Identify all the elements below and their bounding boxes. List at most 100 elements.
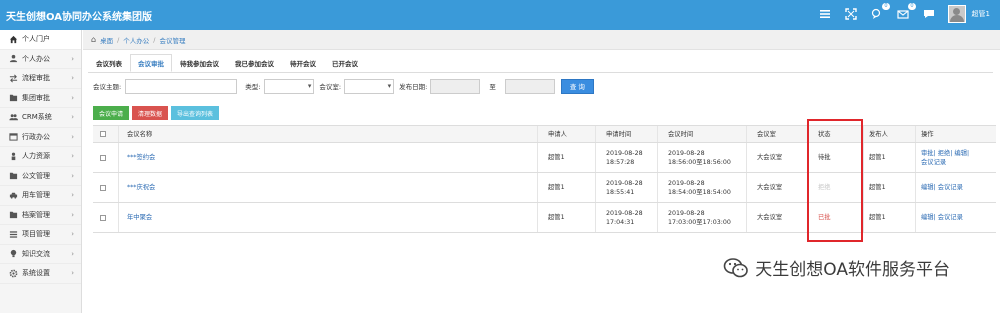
- date-from-input[interactable]: [430, 78, 481, 94]
- sidebar-item-vehicles[interactable]: 用车管理 ›: [0, 186, 81, 206]
- meeting-record-link[interactable]: 会议记录: [921, 158, 969, 167]
- car-icon: [8, 190, 18, 200]
- avatar[interactable]: [947, 5, 966, 23]
- breadcrumb-level1[interactable]: 个人办公: [123, 35, 149, 45]
- room-label: 会议室:: [319, 83, 342, 91]
- person-icon: [8, 151, 18, 161]
- sidebar-item-admin-office[interactable]: 行政办公 ›: [0, 128, 81, 147]
- column-header: 发布人: [863, 126, 888, 142]
- tab-upcoming-meetings[interactable]: 待开会议: [282, 54, 324, 72]
- sidebar-item-label: 集团审批: [22, 93, 50, 102]
- edit-record-links[interactable]: 编辑| 会议记录: [921, 213, 963, 222]
- tab-meeting-approval[interactable]: 会议审批: [130, 54, 172, 72]
- watermark: 天生创想OA软件服务平台: [723, 255, 950, 280]
- breadcrumb-level2[interactable]: 会议管理: [159, 35, 185, 45]
- edit-record-links[interactable]: 编辑| 会议记录: [921, 183, 963, 192]
- folder-icon: [8, 93, 18, 103]
- apply-time: 2019-08-28 18:57:28: [595, 143, 643, 172]
- meeting-date: 2019-08-28: [668, 209, 705, 217]
- apply-time: 2019-08-28 18:55:41: [595, 173, 643, 202]
- user-icon: [8, 54, 18, 64]
- meeting-room: 大会议室: [746, 203, 782, 232]
- sidebar-item-settings[interactable]: 系统设置 ›: [0, 264, 81, 284]
- to-label: 至: [489, 83, 496, 91]
- breadcrumb: ⌂ 桌面 / 个人办公 / 会议管理: [83, 30, 1000, 50]
- row-checkbox[interactable]: [100, 214, 106, 221]
- sidebar-item-personal-office[interactable]: 个人办公 ›: [0, 50, 81, 69]
- subject-label: 会议主题:: [93, 83, 122, 91]
- date-to-input[interactable]: [504, 78, 555, 94]
- mail-icon[interactable]: 0: [896, 3, 916, 21]
- chevron-right-icon: ›: [71, 54, 74, 63]
- wechat-icon: [723, 257, 749, 277]
- menu-icon[interactable]: [818, 7, 832, 21]
- sidebar-item-hr[interactable]: 人力资源 ›: [0, 147, 81, 167]
- sidebar-item-knowledge[interactable]: 知识交流 ›: [0, 245, 81, 264]
- meeting-room: 大会议室: [746, 143, 782, 172]
- applicant: 超管1: [537, 173, 565, 202]
- apply-clock: 18:55:41: [606, 188, 635, 196]
- message-icon[interactable]: [922, 7, 936, 21]
- publisher: 超管1: [863, 173, 886, 202]
- chevron-right-icon: ›: [71, 210, 74, 219]
- meeting-time: 2019-08-28 18:56:00至18:56:00: [657, 143, 731, 172]
- meeting-clock: 17:03:00至17:03:00: [668, 218, 731, 226]
- chevron-right-icon: ›: [71, 269, 74, 278]
- sidebar-item-documents[interactable]: 公文管理 ›: [0, 167, 81, 186]
- calendar-icon: [8, 132, 18, 142]
- meeting-name-link[interactable]: 年中聚会: [118, 203, 152, 232]
- sidebar-item-group-approval[interactable]: 集团审批 ›: [0, 89, 81, 108]
- meeting-name-link[interactable]: ***签约会: [118, 143, 155, 172]
- column-header: 申请人: [537, 126, 567, 142]
- approve-reject-edit-links[interactable]: 审批| 拒绝| 编辑|: [921, 149, 969, 158]
- meeting-room: 大会议室: [746, 173, 782, 202]
- column-header: 会议室: [746, 126, 776, 142]
- row-checkbox[interactable]: [100, 154, 106, 161]
- breadcrumb-home[interactable]: 桌面: [100, 35, 113, 45]
- sidebar-item-label: 行政办公: [22, 132, 50, 141]
- meeting-name-link[interactable]: ***庆祝会: [118, 173, 155, 202]
- row-operations: 编辑| 会议记录: [915, 173, 963, 202]
- tab-meetings-attended[interactable]: 我已参加会议: [227, 54, 282, 72]
- chevron-right-icon: ›: [71, 249, 74, 258]
- select-all-checkbox[interactable]: [100, 131, 106, 137]
- apply-date: 2019-08-28: [606, 209, 643, 217]
- apply-clock: 18:57:28: [606, 158, 635, 166]
- username[interactable]: 超管1: [972, 9, 990, 19]
- sidebar-item-label: 公文管理: [22, 171, 50, 180]
- applicant: 超管1: [537, 143, 565, 172]
- tab-held-meetings[interactable]: 已开会议: [324, 54, 366, 72]
- tab-meeting-list[interactable]: 会议列表: [88, 54, 130, 72]
- apply-date: 2019-08-28: [606, 179, 643, 187]
- app-title: 天生创想OA协同办公系统集团版: [6, 12, 152, 23]
- sidebar-item-portal[interactable]: 个人门户: [0, 30, 81, 50]
- meeting-time: 2019-08-28 18:54:00至18:54:00: [657, 173, 731, 202]
- sidebar-item-label: 知识交流: [22, 249, 50, 258]
- tab-meetings-to-attend[interactable]: 待我参加会议: [172, 54, 227, 72]
- column-header: 申请时间: [595, 126, 631, 142]
- exchange-icon: [8, 73, 18, 83]
- sidebar-item-workflow[interactable]: 流程审批 ›: [0, 69, 81, 89]
- date-label: 发布日期:: [399, 83, 428, 91]
- type-select[interactable]: [264, 78, 315, 94]
- document-icon: [8, 171, 18, 181]
- sidebar-item-crm[interactable]: CRM系统 ›: [0, 108, 81, 128]
- chat-badge: 0: [882, 3, 890, 10]
- apply-time: 2019-08-28 17:04:31: [595, 203, 643, 232]
- clear-data-button[interactable]: 清理数据: [132, 106, 169, 120]
- status-highlight-box: [807, 119, 863, 242]
- apply-date: 2019-08-28: [606, 149, 643, 157]
- archive-icon: [8, 210, 18, 220]
- query-button[interactable]: 查 询: [560, 78, 594, 94]
- sidebar-item-projects[interactable]: 项目管理 ›: [0, 225, 81, 245]
- meeting-apply-button[interactable]: 会议申请: [93, 106, 130, 120]
- chat-icon[interactable]: 0: [870, 3, 890, 21]
- row-checkbox[interactable]: [100, 184, 106, 191]
- sidebar-item-archives[interactable]: 档案管理 ›: [0, 206, 81, 225]
- room-select[interactable]: [344, 78, 395, 94]
- fullscreen-icon[interactable]: [844, 7, 858, 21]
- subject-input[interactable]: [125, 78, 238, 94]
- list-icon: [8, 229, 18, 239]
- export-button[interactable]: 导出查询列表: [171, 106, 220, 120]
- chevron-right-icon: ›: [71, 74, 74, 83]
